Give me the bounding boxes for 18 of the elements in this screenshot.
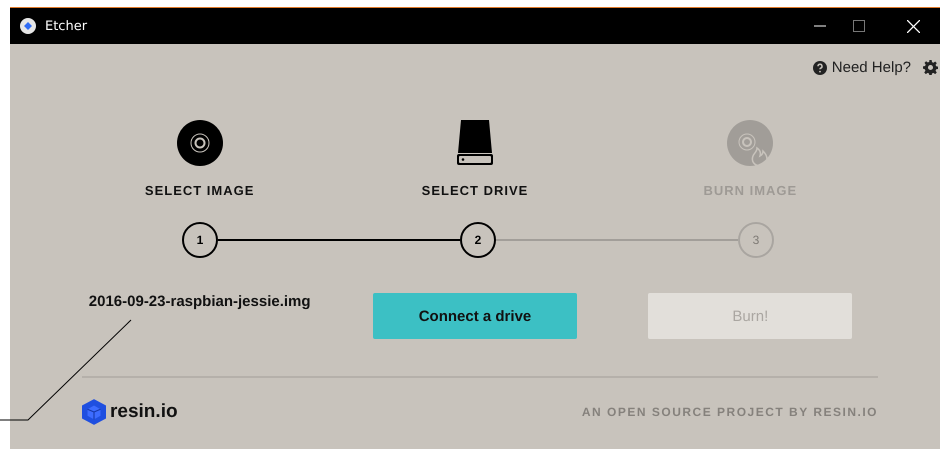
step-label: SELECT IMAGE [144,183,254,198]
settings-icon[interactable] [923,60,938,75]
step-number: 2 [460,222,496,258]
step-number: 3 [738,222,774,258]
app-icon [20,18,36,34]
step-number: 1 [182,222,218,258]
help-link[interactable]: Need Help? [812,59,911,76]
step-label: SELECT DRIVE [422,183,528,198]
help-icon [812,60,827,74]
close-icon[interactable] [907,20,920,32]
maximize-icon[interactable] [853,20,865,32]
logo-text: resin.io [110,401,178,423]
cube-logo-icon [82,399,106,425]
disc-icon[interactable] [176,120,223,166]
credit-text: AN OPEN SOURCE PROJECT BY RESIN.IO [582,405,878,419]
connect-drive-button[interactable]: Connect a drive [372,293,577,339]
window-title: Etcher [45,18,88,34]
image-filename: 2016-09-23-raspbian-jessie.img [88,293,311,310]
